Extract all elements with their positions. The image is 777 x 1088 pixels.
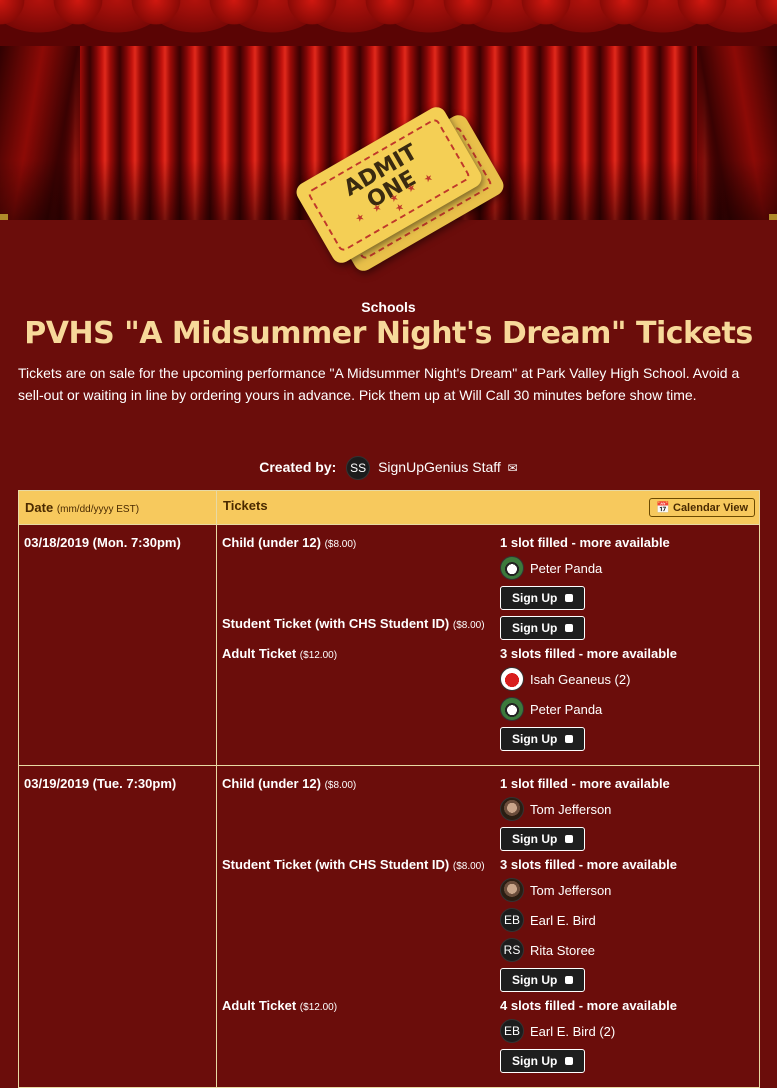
ticket-price: ($12.00)	[299, 1002, 338, 1013]
signed-up-person: RS Rita Storee	[500, 938, 754, 962]
signed-up-person: Peter Panda	[500, 556, 754, 580]
person-name: Peter Panda	[530, 701, 603, 717]
ticket-price: ($8.00)	[452, 861, 485, 872]
signed-up-person: Peter Panda	[500, 697, 754, 721]
ticket-signups: Sign Up	[500, 616, 754, 646]
signed-up-person: EB Earl E. Bird	[500, 908, 754, 932]
page-title: PVHS "A Midsummer Night's Dream" Tickets	[24, 316, 753, 351]
sign-up-button[interactable]: Sign Up	[500, 616, 586, 640]
avatar	[500, 797, 524, 821]
person-name: Peter Panda	[530, 560, 603, 576]
sign-up-checkbox[interactable]	[565, 594, 574, 602]
ticket-signups: 1 slot filled - more available Peter Pand…	[500, 535, 754, 616]
created-by-label: Created by:	[259, 458, 337, 475]
category-label: Schools	[361, 299, 416, 315]
person-name: Tom Jefferson	[530, 882, 612, 898]
person-name: Earl E. Bird (2)	[530, 1023, 616, 1039]
curtain-valance-folds	[0, 0, 777, 40]
sign-up-button[interactable]: Sign Up	[500, 586, 586, 610]
ticket-type: Child (under 12) ($8.00)	[222, 535, 492, 616]
ticket-type: Student Ticket (with CHS Student ID) ($8…	[222, 616, 492, 646]
sign-up-button[interactable]: Sign Up	[500, 1049, 586, 1073]
ticket-type: Child (under 12) ($8.00)	[222, 776, 492, 857]
ticket-slot: Student Ticket (with CHS Student ID) ($8…	[222, 616, 754, 646]
avatar: EB	[500, 1019, 524, 1043]
avatar	[500, 878, 524, 902]
ticket-type: Adult Ticket ($12.00)	[222, 998, 492, 1079]
person-name: Earl E. Bird	[530, 912, 596, 928]
slot-status: 1 slot filled - more available	[500, 776, 670, 791]
stage-edge-left	[0, 214, 8, 220]
sign-up-label: Sign Up	[512, 732, 558, 746]
ticket-slot: Child (under 12) ($8.00) 1 slot filled - …	[222, 776, 754, 857]
ticket-type: Adult Ticket ($12.00)	[222, 646, 492, 757]
table-row: 03/18/2019 (Mon. 7:30pm) Child (under 12)…	[18, 524, 760, 766]
ticket-slot: Student Ticket (with CHS Student ID) ($8…	[222, 857, 754, 998]
avatar	[500, 697, 524, 721]
sign-up-checkbox[interactable]	[565, 1057, 574, 1065]
ticket-price: ($8.00)	[324, 780, 357, 791]
ticket-name: Adult Ticket	[222, 646, 297, 661]
sign-up-label: Sign Up	[512, 621, 558, 635]
slot-status: 1 slot filled - more available	[500, 535, 670, 550]
row-date: 03/19/2019 (Tue. 7:30pm)	[18, 765, 217, 1088]
sign-up-button[interactable]: Sign Up	[500, 968, 586, 992]
row-tickets: Child (under 12) ($8.00) 1 slot filled - …	[216, 765, 760, 1088]
mail-icon[interactable]: ✉	[508, 461, 518, 475]
sign-up-label: Sign Up	[512, 973, 558, 987]
signed-up-person: Isah Geaneus (2)	[500, 667, 754, 691]
sign-up-button[interactable]: Sign Up	[500, 827, 586, 851]
row-tickets: Child (under 12) ($8.00) 1 slot filled - …	[216, 524, 760, 766]
avatar	[500, 667, 524, 691]
slot-status: 4 slots filled - more available	[500, 998, 678, 1013]
ticket-price: ($8.00)	[452, 620, 485, 631]
signed-up-person: Tom Jefferson	[500, 878, 754, 902]
ticket-name: Child (under 12)	[222, 535, 321, 550]
ticket-price: ($12.00)	[299, 650, 338, 661]
ticket-name: Adult Ticket	[222, 998, 297, 1013]
admit-one-ticket-logo: ADMIT ONE ★ ★ ★ ★ ★ ★	[290, 103, 508, 275]
sign-up-checkbox[interactable]	[565, 735, 574, 743]
calendar-view-button[interactable]: 📅 Calendar View	[649, 498, 755, 517]
sign-up-label: Sign Up	[512, 591, 558, 605]
creator-avatar: SS	[346, 456, 371, 480]
ticket-signups: 3 slots filled - more available Isah Gean…	[500, 646, 754, 757]
ticket-slot: Child (under 12) ($8.00) 1 slot filled - …	[222, 535, 754, 616]
avatar	[500, 556, 524, 580]
ticket-signups: 3 slots filled - more available Tom Jeffe…	[500, 857, 754, 998]
person-name: Rita Storee	[530, 942, 596, 958]
created-by: Created by: SS SignUpGenius Staff ✉	[0, 456, 777, 480]
signup-table: Date (mm/dd/yyyy EST) Tickets 📅 Calendar…	[18, 490, 760, 1088]
signed-up-person: Tom Jefferson	[500, 797, 754, 821]
ticket-name: Student Ticket (with CHS Student ID)	[222, 857, 450, 872]
sign-up-button[interactable]: Sign Up	[500, 727, 586, 751]
stage-edge-right	[769, 214, 777, 220]
ticket-slot: Adult Ticket ($12.00) 4 slots filled - mo…	[222, 998, 754, 1079]
ticket-price: ($8.00)	[324, 539, 357, 550]
signed-up-person: EB Earl E. Bird (2)	[500, 1019, 754, 1043]
date-column-header: Date (mm/dd/yyyy EST)	[18, 490, 217, 525]
person-name: Isah Geaneus (2)	[530, 671, 631, 687]
ticket-name: Child (under 12)	[222, 776, 321, 791]
ticket-slot: Adult Ticket ($12.00) 3 slots filled - mo…	[222, 646, 754, 757]
person-name: Tom Jefferson	[530, 801, 612, 817]
ticket-signups: 4 slots filled - more available EB Earl E.…	[500, 998, 754, 1079]
page-description: Tickets are on sale for the upcoming per…	[18, 365, 740, 403]
creator-name[interactable]: SignUpGenius Staff	[378, 459, 501, 475]
sign-up-checkbox[interactable]	[565, 976, 574, 984]
table-row: 03/19/2019 (Tue. 7:30pm) Child (under 12)…	[18, 765, 760, 1088]
sign-up-checkbox[interactable]	[565, 624, 574, 632]
slot-status: 3 slots filled - more available	[500, 857, 678, 872]
avatar: EB	[500, 908, 524, 932]
ticket-signups: 1 slot filled - more available Tom Jeffer…	[500, 776, 754, 857]
ticket-type: Student Ticket (with CHS Student ID) ($8…	[222, 857, 492, 998]
tickets-column-header: Tickets 📅 Calendar View	[216, 490, 760, 525]
avatar: RS	[500, 938, 524, 962]
slot-status: 3 slots filled - more available	[500, 646, 678, 661]
row-date: 03/18/2019 (Mon. 7:30pm)	[18, 524, 217, 766]
ticket-name: Student Ticket (with CHS Student ID)	[222, 616, 450, 631]
sign-up-label: Sign Up	[512, 832, 558, 846]
sign-up-label: Sign Up	[512, 1054, 558, 1068]
sign-up-checkbox[interactable]	[565, 835, 574, 843]
